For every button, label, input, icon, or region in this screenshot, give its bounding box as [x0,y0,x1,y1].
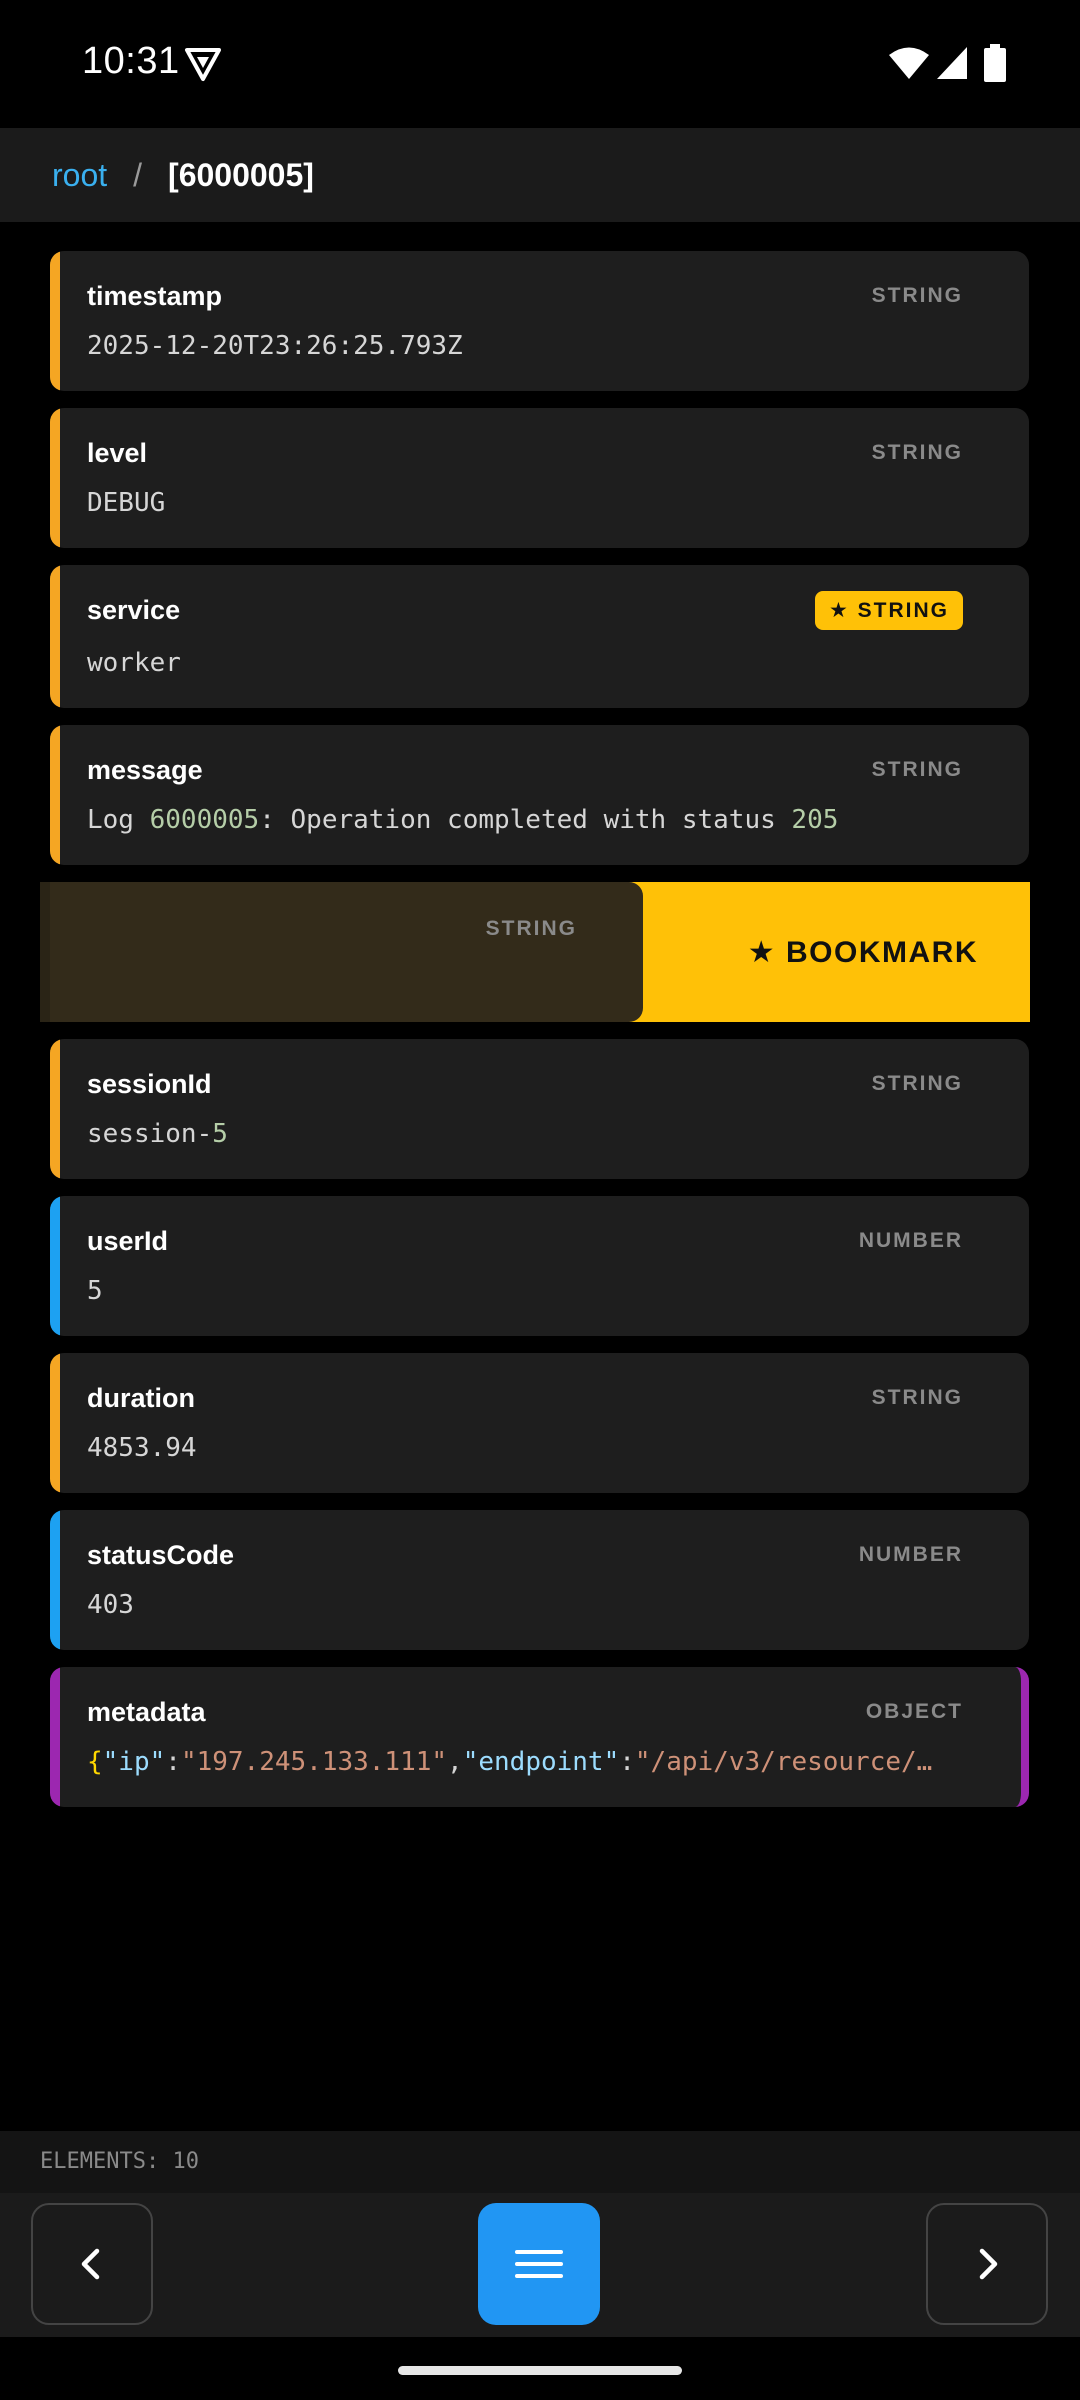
field-key: userId [87,1226,169,1256]
json-brace: { [87,1747,103,1777]
field-card-message[interactable]: message STRING Log 6000005: Operation co… [50,725,1029,865]
field-value: 403 [87,1590,134,1620]
field-card-userId[interactable]: userId NUMBER 5 [50,1196,1029,1336]
field-value: Log 6000005: Operation completed with st… [87,805,838,835]
swipe-row[interactable]: STRING ★ BOOKMARK [40,882,1030,1022]
field-key: metadata [87,1697,206,1727]
field-card-duration[interactable]: duration STRING 4853.94 [50,1353,1029,1493]
json-comma: , [447,1747,463,1777]
field-card-sessionId[interactable]: sessionId STRING session-5 [50,1039,1029,1179]
json-key: "endpoint" [462,1747,620,1777]
type-accent-bar [50,408,60,548]
json-colon: : [619,1747,635,1777]
field-card-level[interactable]: level STRING DEBUG [50,408,1029,548]
menu-icon [515,2250,563,2278]
field-type-label: STRING [871,1386,963,1409]
battery-icon [984,44,1006,82]
field-key: timestamp [87,281,223,311]
type-accent-bar [40,882,50,1022]
signal-icon [937,47,967,79]
type-accent-bar [50,1196,60,1336]
field-card-timestamp[interactable]: timestamp STRING 2025-12-20T23:26:25.793… [50,251,1029,391]
field-type-label: STRING [485,917,577,940]
field-type-label: NUMBER [858,1543,963,1566]
wifi-icon [889,47,929,79]
value-number: 205 [791,805,839,835]
bottom-nav [0,2193,1080,2337]
field-type-label: STRING [871,1072,963,1095]
value-number: 5 [212,1119,228,1149]
bookmarked-type-badge: ★ STRING [815,591,963,630]
status-time: 10:31 [82,40,180,82]
breadcrumb: root / [6000005] [0,128,1080,222]
field-value: DEBUG [87,488,166,518]
field-key: service [87,595,181,625]
field-value: worker [87,648,181,678]
type-accent-bar [50,565,60,708]
field-type-label: NUMBER [858,1229,963,1252]
field-value: session-5 [87,1119,228,1149]
json-string: "/api/v3/resource/… [634,1747,933,1777]
field-key: statusCode [87,1540,235,1570]
field-type-label: OBJECT [865,1700,963,1723]
type-accent-bar [50,1039,60,1179]
json-colon: : [165,1747,181,1777]
swiped-field-card[interactable]: STRING [40,882,643,1022]
type-accent-bar [50,1667,60,1807]
value-text: Log [87,805,150,835]
elements-count-bar: ELEMENTS: 10 [0,2131,1080,2193]
value-text: session- [87,1119,213,1149]
field-card-metadata[interactable]: metadata OBJECT {"ip":"197.245.133.111",… [50,1667,1029,1807]
field-key: message [87,755,203,785]
field-card-statusCode[interactable]: statusCode NUMBER 403 [50,1510,1029,1650]
chevron-right-icon [979,2248,998,2280]
status-bar: 10:31 [0,0,1080,128]
field-key: sessionId [87,1069,212,1099]
breadcrumb-separator: / [133,156,143,193]
next-button[interactable] [926,2203,1048,2325]
type-accent-bar [50,251,60,391]
field-value: {"ip":"197.245.133.111","endpoint":"/api… [87,1747,932,1777]
field-value: 2025-12-20T23:26:25.793Z [87,331,463,361]
field-value: 5 [87,1276,103,1306]
breadcrumb-root-link[interactable]: root [52,157,107,194]
breadcrumb-current: [6000005] [168,156,314,193]
chevron-left-icon [81,2248,100,2280]
field-type-label: STRING [871,758,963,781]
bookmark-button[interactable]: ★ BOOKMARK [748,882,978,1022]
vpn-icon [185,48,221,81]
home-indicator[interactable] [398,2366,682,2375]
field-key: duration [87,1383,195,1413]
type-accent-bar [50,1510,60,1650]
field-type-label: STRING [871,441,963,464]
menu-button[interactable] [478,2203,600,2325]
field-card-service[interactable]: service ★ STRING worker [50,565,1029,708]
json-key: "ip" [102,1747,166,1777]
elements-count: ELEMENTS: 10 [40,2149,199,2174]
previous-button[interactable] [31,2203,153,2325]
value-text: : Operation completed with status [259,805,792,835]
field-type-label: STRING [871,284,963,307]
type-accent-bar [50,1353,60,1493]
json-string: "197.245.133.111" [180,1747,448,1777]
type-accent-bar [50,725,60,865]
field-key: level [87,438,148,468]
field-value: 4853.94 [87,1433,197,1463]
value-number: 6000005 [149,805,260,835]
